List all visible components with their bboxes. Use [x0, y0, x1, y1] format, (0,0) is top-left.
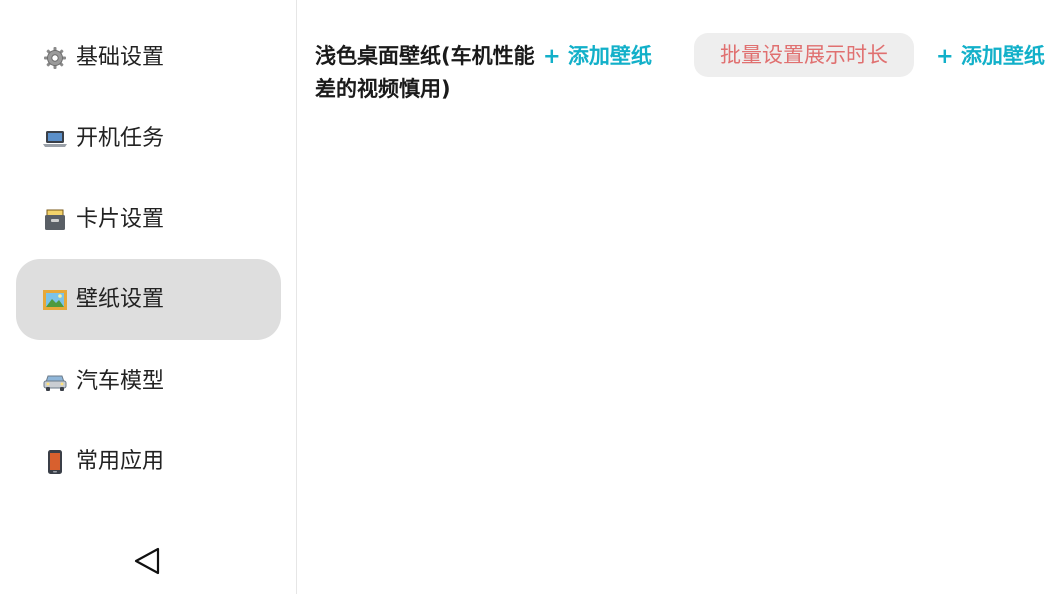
sidebar: 基础设置 开机任务 卡片设置 壁纸设置 汽车模型 常用应用: [0, 0, 297, 594]
main-content: 浅色桌面壁纸(车机性能差的视频慎用) + 添加壁纸 批量设置展示时长 + 添加壁…: [298, 0, 1057, 594]
sidebar-item-basic-settings[interactable]: 基础设置: [16, 17, 281, 98]
batch-set-duration-button[interactable]: 批量设置展示时长: [694, 33, 914, 77]
sidebar-item-car-model[interactable]: 汽车模型: [16, 341, 281, 422]
laptop-icon: [42, 126, 68, 152]
framed-picture-icon: [42, 287, 68, 313]
sidebar-item-label: 汽车模型: [76, 368, 165, 394]
car-icon: [42, 369, 68, 395]
card-file-box-icon: [42, 207, 68, 233]
sidebar-item-label: 基础设置: [76, 44, 165, 70]
sidebar-item-label: 常用应用: [76, 448, 165, 474]
back-triangle-icon[interactable]: [132, 545, 164, 577]
mobile-phone-icon: [42, 449, 68, 475]
sidebar-item-boot-tasks[interactable]: 开机任务: [16, 98, 281, 179]
sidebar-item-label: 卡片设置: [76, 206, 165, 232]
add-wallpaper-button-2[interactable]: + 添加壁纸: [936, 40, 1045, 73]
sidebar-item-wallpaper-settings[interactable]: 壁纸设置: [16, 259, 281, 340]
section-title: 浅色桌面壁纸(车机性能差的视频慎用): [315, 44, 535, 101]
sidebar-item-label: 壁纸设置: [76, 286, 165, 312]
gear-icon: [42, 45, 68, 71]
sidebar-item-card-settings[interactable]: 卡片设置: [16, 179, 281, 260]
add-wallpaper-button[interactable]: + 添加壁纸: [543, 40, 652, 73]
sidebar-item-label: 开机任务: [76, 125, 165, 151]
app-window: 基础设置 开机任务 卡片设置 壁纸设置 汽车模型 常用应用 浅色桌面壁纸(车机性…: [0, 0, 1057, 594]
sidebar-item-common-apps[interactable]: 常用应用: [16, 421, 281, 502]
